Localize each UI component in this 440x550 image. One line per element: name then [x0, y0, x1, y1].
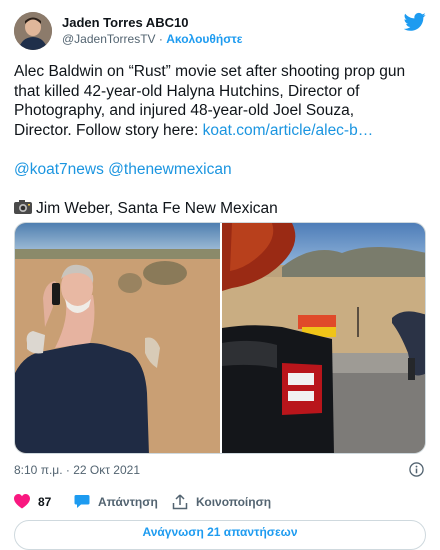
tweet-line-4: Director. Follow story here: koat.com/ar… — [14, 121, 424, 141]
reply-bubble-icon — [74, 495, 90, 508]
tweet-timestamp[interactable]: 8:10 π.μ. · 22 Οκτ 2021 — [14, 463, 140, 477]
read-replies-button[interactable]: Ανάγνωση 21 απαντήσεων — [14, 520, 426, 550]
separator: · — [158, 32, 163, 46]
reply-button[interactable]: Απάντηση — [74, 494, 158, 509]
mention-koat7news[interactable]: @koat7news — [14, 161, 104, 178]
media-grid — [14, 222, 426, 454]
tweet-line-1: Alec Baldwin on “Rust” movie set after s… — [14, 63, 406, 80]
info-icon[interactable] — [409, 462, 424, 477]
share-icon — [172, 494, 188, 510]
tweet-actions: 87 Απάντηση Κοινοποίηση — [14, 494, 426, 512]
camera-icon — [14, 199, 32, 214]
mentions-line: @koat7news @thenewmexican — [14, 160, 424, 180]
tweet-line-2: that killed 42-year-old Halyna Hutchins,… — [14, 82, 360, 100]
tweet-line-3: Photography, and injured 48-year-old Joe… — [14, 102, 355, 119]
like-count: 87 — [38, 494, 52, 509]
photo-crime-scene[interactable] — [222, 223, 426, 454]
share-button[interactable]: Κοινοποίηση — [172, 494, 271, 510]
photo-baldwin-phone[interactable] — [15, 223, 220, 454]
tweet-line-4-prefix: Director. Follow story here: — [14, 121, 203, 139]
like-button[interactable]: 87 — [14, 494, 51, 509]
tweet-card: Jaden Torres ABC10 @JadenTorresTV · Ακολ… — [0, 0, 440, 550]
author-handle[interactable]: @JadenTorresTV — [62, 32, 156, 46]
avatar[interactable] — [14, 12, 52, 50]
reply-label: Απάντηση — [98, 494, 158, 509]
handle-row: @JadenTorresTV · Ακολουθήστε — [62, 32, 242, 46]
tweet-header: Jaden Torres ABC10 @JadenTorresTV · Ακολ… — [14, 12, 426, 50]
photo-credit: Jim Weber, Santa Fe New Mexican — [36, 199, 278, 217]
mention-thenewmexican[interactable]: @thenewmexican — [108, 161, 231, 178]
author-name[interactable]: Jaden Torres ABC10 — [62, 15, 188, 30]
tweet-text: Alec Baldwin on “Rust” movie set after s… — [14, 62, 424, 218]
photo-credit-line: Jim Weber, Santa Fe New Mexican — [14, 199, 424, 219]
heart-icon — [14, 494, 30, 509]
twitter-bird-icon[interactable] — [404, 12, 426, 32]
article-link[interactable]: koat.com/article/alec-b… — [203, 122, 374, 139]
follow-button[interactable]: Ακολουθήστε — [166, 32, 242, 46]
share-label: Κοινοποίηση — [196, 495, 272, 509]
